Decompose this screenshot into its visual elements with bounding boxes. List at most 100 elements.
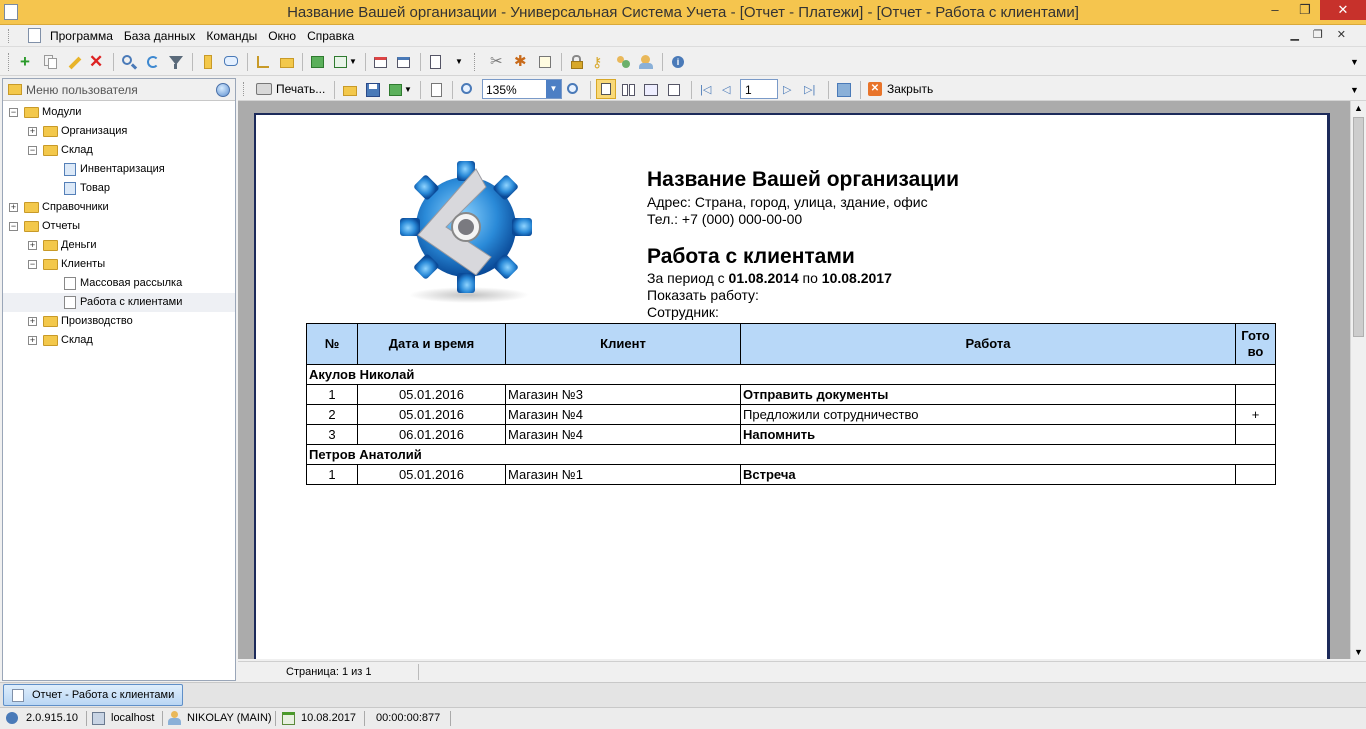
org-address: Адрес: Страна, город, улица, здание, офи… <box>647 194 928 210</box>
tree-node-warehouse[interactable]: − Склад <box>3 141 235 160</box>
excel-icon[interactable] <box>333 54 349 70</box>
tree-node-warehouse-reports[interactable]: + Склад <box>3 331 235 350</box>
expand-icon[interactable]: + <box>28 317 37 326</box>
toolbar-overflow-icon[interactable]: ▼ <box>1350 82 1366 98</box>
thumbnails-icon[interactable] <box>643 82 659 98</box>
dropdown-arrow-icon[interactable]: ▼ <box>404 82 412 98</box>
mdi-minimize-button[interactable]: ▁ <box>1290 28 1298 41</box>
menu-window[interactable]: Окно <box>268 29 296 43</box>
filter-icon[interactable] <box>168 54 184 70</box>
folder-tree-icon[interactable] <box>279 54 295 70</box>
menu-database[interactable]: База данных <box>124 29 195 43</box>
export-icon[interactable] <box>388 82 404 98</box>
chat-icon[interactable] <box>223 54 239 70</box>
tree-node-client-work[interactable]: Работа с клиентами <box>3 293 235 312</box>
printer-icon <box>256 83 272 95</box>
add-icon[interactable]: + <box>20 53 36 70</box>
mdi-close-button[interactable]: ✕ <box>1337 28 1346 41</box>
copy-icon[interactable] <box>42 54 58 70</box>
toolbar-overflow-icon[interactable]: ▼ <box>1350 54 1366 70</box>
tree-node-modules[interactable]: − Модули <box>3 103 235 122</box>
tree-node-directories[interactable]: + Справочники <box>3 198 235 217</box>
folder-icon <box>43 126 58 137</box>
tree-node-inventory[interactable]: Инвентаризация <box>3 160 235 179</box>
menu-program[interactable]: Программа <box>50 29 113 43</box>
zoom-combobox[interactable]: 135% ▼ <box>482 79 562 99</box>
zoom-out-icon[interactable] <box>566 82 582 98</box>
wand-icon[interactable]: ✱ <box>514 54 530 70</box>
note-icon[interactable] <box>537 54 553 70</box>
title-bar: Название Вашей организации - Универсальн… <box>0 0 1366 25</box>
user-settings-icon[interactable] <box>638 54 654 70</box>
scroll-down-icon[interactable]: ▼ <box>1354 647 1363 657</box>
export-icon[interactable] <box>310 54 326 70</box>
close-window-button[interactable]: ✕ <box>1320 0 1366 20</box>
zoom-dropdown-button[interactable]: ▼ <box>546 80 561 98</box>
first-page-icon[interactable]: |◁ <box>700 82 716 98</box>
expand-icon[interactable]: + <box>28 336 37 345</box>
expand-icon[interactable]: + <box>28 127 37 136</box>
search-icon[interactable] <box>121 54 138 70</box>
tree-node-clients[interactable]: − Клиенты <box>3 255 235 274</box>
cell-number: 1 <box>306 464 358 485</box>
document-icon[interactable] <box>28 28 41 43</box>
scroll-thumb[interactable] <box>1353 117 1364 337</box>
print-button[interactable]: Печать... <box>256 80 325 98</box>
cell-work: Отправить документы <box>740 384 1236 405</box>
preview-scrollbar[interactable]: ▲ ▼ <box>1350 101 1366 659</box>
dropdown-arrow-icon[interactable]: ▼ <box>455 54 463 70</box>
sort-up-icon[interactable] <box>200 54 216 70</box>
menu-commands[interactable]: Команды <box>206 29 257 43</box>
collapse-icon[interactable]: − <box>9 222 18 231</box>
folder-icon <box>8 84 22 95</box>
key-icon[interactable]: ⚷ <box>592 54 608 70</box>
close-window-icon[interactable] <box>396 54 412 70</box>
tree-node-production[interactable]: + Производство <box>3 312 235 331</box>
save-icon[interactable] <box>365 82 381 98</box>
page-setup-icon[interactable] <box>666 82 682 98</box>
previous-page-icon[interactable]: ◁ <box>722 82 738 98</box>
new-window-icon[interactable] <box>373 54 389 70</box>
expand-icon[interactable]: + <box>28 241 37 250</box>
tree-node-mass-mailing[interactable]: Массовая рассылка <box>3 274 235 293</box>
page-number-input[interactable]: 1 <box>740 79 778 99</box>
scroll-up-icon[interactable]: ▲ <box>1354 103 1363 113</box>
report-preview-area[interactable]: Название Вашей организации Адрес: Страна… <box>238 101 1350 659</box>
collapse-icon[interactable]: − <box>28 146 37 155</box>
refresh-report-icon[interactable] <box>836 82 852 98</box>
collapse-icon[interactable]: − <box>28 260 37 269</box>
refresh-icon[interactable] <box>145 54 161 70</box>
tree-node-money[interactable]: + Деньги <box>3 236 235 255</box>
tools-icon[interactable]: ✂ <box>490 54 506 70</box>
group-name: Петров Анатолий <box>306 444 1276 465</box>
restore-button[interactable]: ❐ <box>1290 0 1320 20</box>
collapse-icon[interactable]: − <box>9 108 18 117</box>
tree-node-goods[interactable]: Товар <box>3 179 235 198</box>
edit-pencil-icon[interactable] <box>66 54 82 70</box>
minimize-button[interactable]: ‒ <box>1260 0 1290 20</box>
open-folder-icon[interactable] <box>342 82 358 98</box>
menu-help[interactable]: Справка <box>307 29 354 43</box>
tree-node-organization[interactable]: + Организация <box>3 122 235 141</box>
panel-pin-icon[interactable] <box>216 83 230 97</box>
menu-grip[interactable] <box>8 29 10 43</box>
delete-icon[interactable]: ✕ <box>89 53 105 70</box>
close-report-button[interactable]: ✕ Закрыть <box>868 80 933 98</box>
tab-client-work-report[interactable]: Отчет - Работа с клиентами <box>3 684 183 706</box>
table-row: 1 05.01.2016 Магазин №3 Отправить докуме… <box>306 384 1276 405</box>
info-icon[interactable]: i <box>670 54 686 70</box>
expand-icon[interactable]: + <box>9 203 18 212</box>
next-page-icon[interactable]: ▷ <box>783 82 799 98</box>
dropdown-arrow-icon[interactable]: ▼ <box>349 54 357 70</box>
page-view-icon[interactable] <box>429 82 445 98</box>
users-icon[interactable] <box>615 54 631 70</box>
tree-icon[interactable] <box>255 54 271 70</box>
mdi-restore-button[interactable]: ❐ <box>1313 28 1323 41</box>
two-pages-icon[interactable] <box>621 82 637 98</box>
zoom-in-icon[interactable] <box>460 82 476 98</box>
last-page-icon[interactable]: ▷| <box>804 82 820 98</box>
single-page-button[interactable] <box>596 79 616 99</box>
import-icon[interactable] <box>428 54 444 70</box>
lock-icon[interactable] <box>569 54 585 70</box>
tree-node-reports[interactable]: − Отчеты <box>3 217 235 236</box>
